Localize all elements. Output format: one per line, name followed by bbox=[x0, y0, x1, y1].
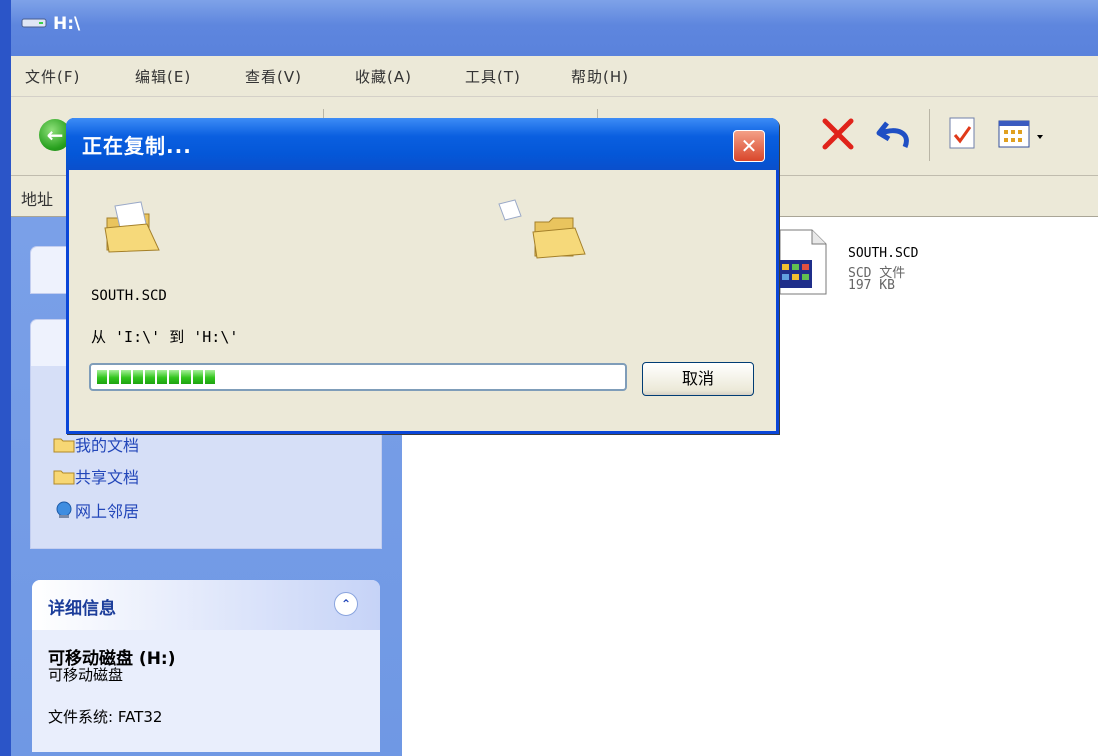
details-body: 可移动磁盘 (H:) 可移动磁盘 文件系统: FAT32 bbox=[32, 630, 380, 752]
progress-block bbox=[169, 370, 179, 384]
dialog-title: 正在复制... bbox=[82, 134, 192, 158]
menu-favorites[interactable]: 收藏(A) bbox=[355, 66, 412, 87]
menu-edit[interactable]: 编辑(E) bbox=[135, 66, 191, 87]
progress-block bbox=[97, 370, 107, 384]
file-name: SOUTH.SCD bbox=[848, 246, 919, 261]
progress-block bbox=[121, 370, 131, 384]
cancel-button[interactable]: 取消 bbox=[642, 362, 754, 396]
details-title: 详细信息 bbox=[48, 599, 116, 619]
progress-block bbox=[133, 370, 143, 384]
task-link-my-documents[interactable]: 我的文档 bbox=[75, 432, 139, 456]
progress-block bbox=[157, 370, 167, 384]
progress-block bbox=[205, 370, 215, 384]
window-title: H:\ bbox=[53, 14, 81, 34]
menu-help[interactable]: 帮助(H) bbox=[571, 66, 629, 87]
progress-block bbox=[109, 370, 119, 384]
folder-icon bbox=[53, 470, 75, 485]
toolbar-separator bbox=[929, 109, 930, 161]
copy-progress-bar bbox=[89, 363, 627, 391]
menu-bar: 文件(F) 编辑(E) 查看(V) 收藏(A) 工具(T) 帮助(H) bbox=[11, 56, 1098, 97]
delete-icon[interactable] bbox=[819, 115, 857, 153]
network-icon bbox=[56, 501, 72, 518]
task-link-network-places[interactable]: 网上邻居 bbox=[75, 498, 139, 522]
menu-file[interactable]: 文件(F) bbox=[25, 66, 80, 87]
copying-filename: SOUTH.SCD bbox=[91, 288, 167, 304]
progress-block bbox=[181, 370, 191, 384]
details-panel: 详细信息 ⌃ 可移动磁盘 (H:) 可移动磁盘 文件系统: FAT32 bbox=[32, 580, 380, 752]
copy-dialog: 正在复制... ✕ SOUTH.SCD 从 'I:\' 到 'H:\' 取消 bbox=[66, 118, 779, 434]
properties-icon[interactable] bbox=[946, 115, 980, 153]
progress-fill bbox=[97, 370, 215, 384]
collapse-chevron-icon[interactable]: ⌃ bbox=[334, 592, 358, 616]
folder-icon bbox=[53, 438, 75, 453]
window-titlebar[interactable]: H:\ bbox=[11, 0, 1098, 56]
details-header[interactable]: 详细信息 ⌃ bbox=[32, 580, 380, 630]
scd-file-icon bbox=[778, 229, 827, 295]
source-folder-icon bbox=[104, 201, 160, 253]
dialog-titlebar[interactable]: 正在复制... ✕ bbox=[66, 118, 779, 170]
destination-folder-icon bbox=[498, 199, 586, 259]
views-icon[interactable] bbox=[997, 115, 1049, 153]
menu-view[interactable]: 查看(V) bbox=[245, 66, 302, 87]
file-size: 197 KB bbox=[848, 278, 895, 293]
address-label: 地址 bbox=[21, 190, 54, 209]
drive-type: 可移动磁盘 bbox=[48, 666, 124, 684]
task-link-shared-documents[interactable]: 共享文档 bbox=[75, 464, 139, 488]
undo-icon[interactable] bbox=[873, 115, 917, 153]
copy-path-text: 从 'I:\' 到 'H:\' bbox=[91, 328, 239, 346]
window-left-frame bbox=[0, 0, 11, 756]
close-icon[interactable]: ✕ bbox=[733, 130, 765, 162]
progress-block bbox=[193, 370, 203, 384]
menu-tools[interactable]: 工具(T) bbox=[465, 66, 521, 87]
progress-block bbox=[145, 370, 155, 384]
dialog-body: SOUTH.SCD 从 'I:\' 到 'H:\' 取消 bbox=[69, 170, 776, 431]
drive-filesystem: 文件系统: FAT32 bbox=[48, 708, 163, 726]
drive-icon bbox=[21, 18, 47, 28]
